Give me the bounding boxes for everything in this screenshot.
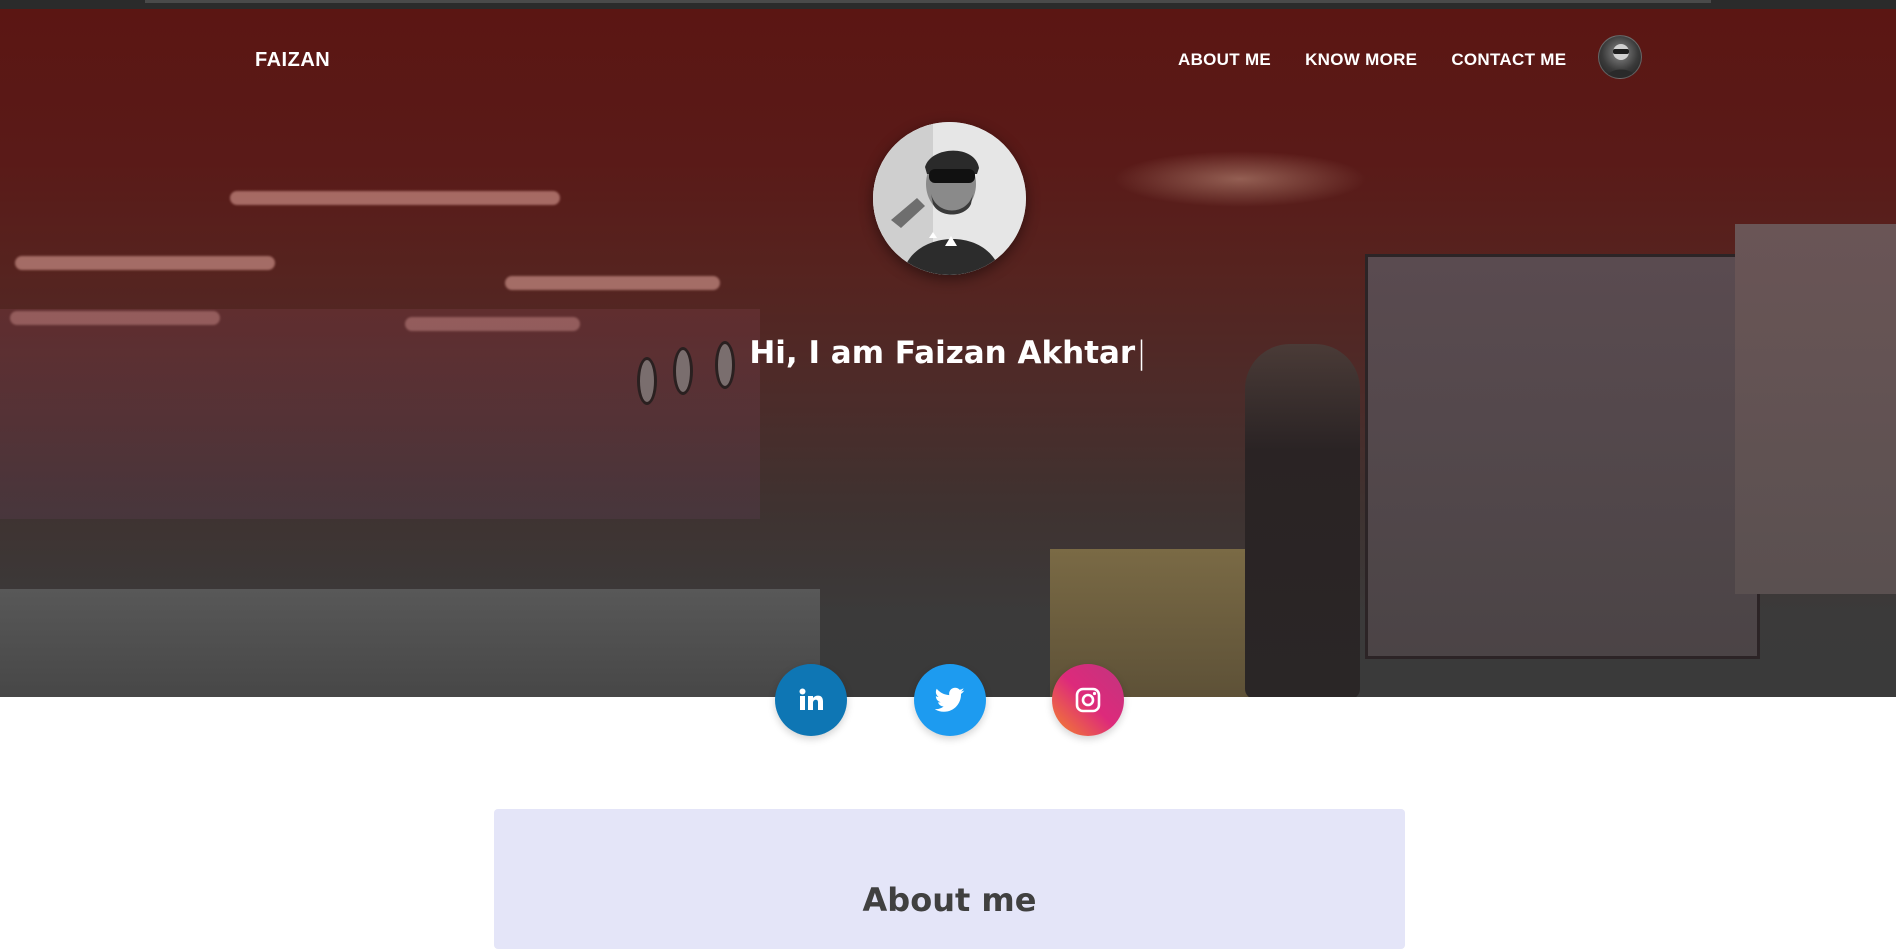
instagram-icon <box>1075 687 1101 713</box>
linkedin-icon <box>799 688 823 710</box>
about-me-card: About me <box>494 809 1405 949</box>
hero-greeting-text: Hi, I am Faizan Akhtar <box>749 335 1136 371</box>
nav-link-contact-me[interactable]: CONTACT ME <box>1451 50 1566 70</box>
profile-photo <box>873 122 1026 275</box>
instagram-button[interactable] <box>1052 664 1124 736</box>
linkedin-button[interactable] <box>775 664 847 736</box>
typing-caret: | <box>1136 335 1147 371</box>
top-navbar: FAIZAN ABOUT ME KNOW MORE CONTACT ME <box>0 9 1896 109</box>
twitter-icon <box>935 687 965 712</box>
hero-greeting-heading: Hi, I am Faizan Akhtar| <box>0 335 1896 371</box>
projector-screen <box>1365 254 1760 659</box>
twitter-button[interactable] <box>914 664 986 736</box>
ceiling-lamp <box>505 276 720 290</box>
speaker-figure <box>1245 344 1360 697</box>
browser-top-strip-inner <box>145 0 1711 3</box>
avatar-silhouette-icon <box>1605 44 1637 78</box>
ceiling-lamp <box>15 256 275 270</box>
brand-logo-link[interactable]: FAIZAN <box>255 49 330 72</box>
nav-link-about-me[interactable]: ABOUT ME <box>1178 50 1271 70</box>
profile-person-icon <box>873 122 1026 275</box>
browser-top-strip <box>0 0 1896 9</box>
ceiling-lamp <box>230 191 560 205</box>
about-me-heading: About me <box>862 881 1037 919</box>
nav-link-know-more[interactable]: KNOW MORE <box>1305 50 1417 70</box>
user-avatar-icon[interactable] <box>1598 35 1642 79</box>
whiteboard <box>1735 224 1896 594</box>
hero-desk <box>0 589 820 697</box>
nav-links: ABOUT ME KNOW MORE CONTACT ME <box>1178 50 1566 70</box>
